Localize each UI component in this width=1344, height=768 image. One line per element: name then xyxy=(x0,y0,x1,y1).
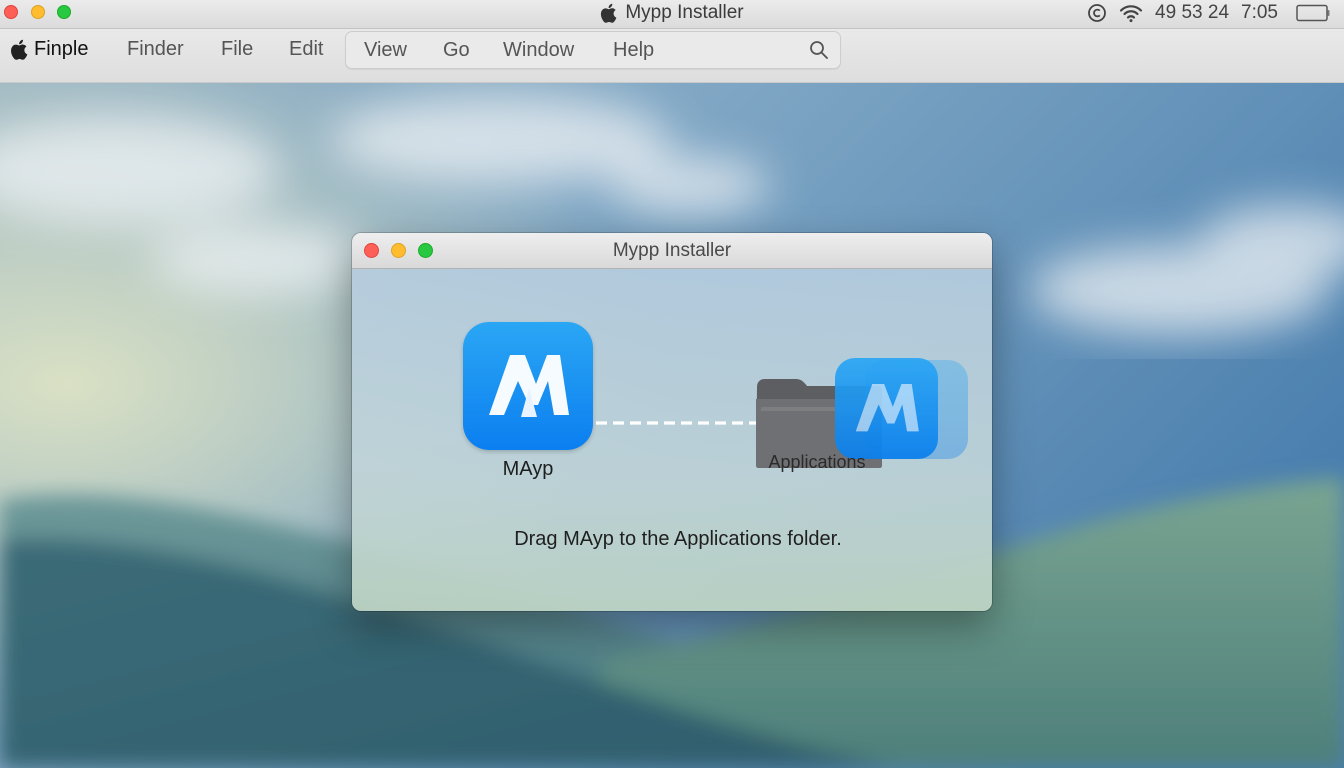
menu-window[interactable]: Window xyxy=(503,39,574,61)
menu-go[interactable]: Go xyxy=(443,39,470,61)
clock[interactable]: 7:05 xyxy=(1241,2,1278,24)
top-title-bar: Mypp Installer 49 53 24 7:05 xyxy=(0,0,1344,29)
wifi-icon[interactable] xyxy=(1119,3,1143,23)
installer-body: MAyp Applications Drag MAyp to the Appli… xyxy=(352,269,992,611)
installer-window: Mypp Installer MAyp Applications Drag MA… xyxy=(352,233,992,611)
menu-finder[interactable]: Finder xyxy=(127,38,184,60)
menu-edit[interactable]: Edit xyxy=(289,38,323,60)
instruction-text: Drag MAyp to the Applications folder. xyxy=(514,528,842,550)
status-area: 49 53 24 7:05 xyxy=(1087,0,1330,26)
status-numbers: 49 53 24 xyxy=(1155,2,1230,23)
installer-title-bar[interactable]: Mypp Installer xyxy=(352,233,992,269)
app-icon[interactable] xyxy=(463,322,593,450)
c-circle-icon[interactable] xyxy=(1087,3,1107,23)
menu-file[interactable]: File xyxy=(221,38,253,60)
installer-title: Mypp Installer xyxy=(612,240,732,261)
app-logo-icon xyxy=(489,355,569,417)
menu-group: View Go Window Help xyxy=(345,31,841,69)
menu-app-name[interactable]: Finple xyxy=(34,38,88,60)
ghost-app-icon xyxy=(835,358,938,459)
menu-view[interactable]: View xyxy=(364,39,407,61)
app-label: MAyp xyxy=(502,458,554,480)
apple-logo-icon xyxy=(600,3,617,23)
search-icon[interactable] xyxy=(809,40,829,65)
applications-label: Applications xyxy=(768,452,866,472)
battery-icon[interactable] xyxy=(1296,4,1330,22)
ghost-logo-icon xyxy=(855,384,919,432)
menu-help[interactable]: Help xyxy=(613,39,654,61)
window-title-text: Mypp Installer xyxy=(625,2,744,23)
menu-bar: Finple Finder File Edit View Go Window H… xyxy=(0,29,1344,83)
apple-menu-icon[interactable] xyxy=(10,39,28,65)
